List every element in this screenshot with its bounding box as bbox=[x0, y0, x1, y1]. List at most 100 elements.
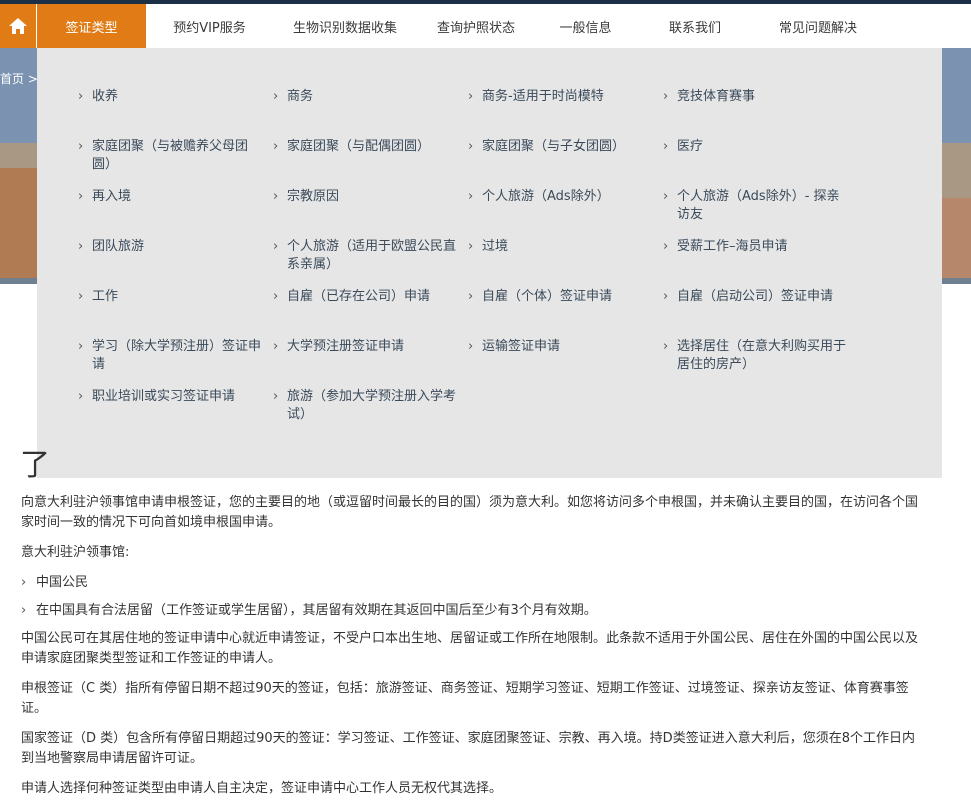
chevron-right-icon: › bbox=[468, 288, 473, 306]
mega-item[interactable]: ›大学预注册签证申请 bbox=[287, 338, 462, 356]
list-item-text: 中国公民 bbox=[36, 575, 88, 590]
mega-item-label: 运输签证申请 bbox=[482, 339, 560, 354]
content-paragraph: 意大利驻沪领事馆: bbox=[21, 543, 921, 563]
chevron-right-icon: › bbox=[468, 338, 473, 356]
nav-contact-us[interactable]: 联系我们 bbox=[636, 4, 754, 48]
chevron-right-icon: › bbox=[663, 188, 668, 206]
chevron-right-icon: › bbox=[78, 188, 83, 206]
nav-vip-service[interactable]: 预约VIP服务 bbox=[146, 4, 273, 48]
main-nav: 签证类型 预约VIP服务 生物识别数据收集 查询护照状态 一般信息 联系我们 常… bbox=[37, 4, 882, 48]
content-paragraph: 国家签证（D 类）包含所有停留日期超过90天的签证：学习签证、工作签证、家庭团聚… bbox=[21, 729, 921, 769]
chevron-right-icon: › bbox=[78, 338, 83, 356]
chevron-right-icon: › bbox=[663, 238, 668, 256]
page-title: 了 bbox=[20, 440, 50, 484]
chevron-right-icon: › bbox=[468, 88, 473, 106]
chevron-right-icon: › bbox=[273, 138, 278, 156]
mega-item-label: 大学预注册签证申请 bbox=[287, 339, 404, 354]
list-item-text: 在中国具有合法居留（工作签证或学生居留），其居留有效期在其返回中国后至少有3个月… bbox=[36, 603, 597, 618]
chevron-right-icon: › bbox=[663, 88, 668, 106]
mega-item[interactable]: ›学习（除大学预注册）签证申请 bbox=[92, 338, 267, 374]
mega-item[interactable]: ›自雇（已存在公司）申请 bbox=[287, 288, 462, 306]
mega-item[interactable]: ›自雇（启动公司）签证申请 bbox=[677, 288, 852, 306]
nav-visa-types[interactable]: 签证类型 bbox=[37, 4, 146, 48]
mega-item[interactable]: ›商务-适用于时尚模特 bbox=[482, 88, 657, 106]
list-item: › 中国公民 bbox=[21, 573, 921, 593]
mega-item-label: 过境 bbox=[482, 239, 508, 254]
mega-item-label: 自雇（已存在公司）申请 bbox=[287, 289, 430, 304]
content-paragraph: 向意大利驻沪领事馆申请申根签证，您的主要目的地（或逗留时间最长的目的国）须为意大… bbox=[21, 493, 921, 533]
mega-item-label: 选择居住（在意大利购买用于居住的房产） bbox=[677, 339, 846, 372]
mega-item[interactable]: ›个人旅游（Ads除外） bbox=[482, 188, 657, 206]
chevron-right-icon: › bbox=[273, 88, 278, 106]
mega-item-label: 受薪工作–海员申请 bbox=[677, 239, 788, 254]
mega-item[interactable]: ›旅游（参加大学预注册入学考试） bbox=[287, 388, 462, 424]
mega-item-label: 个人旅游（Ads除外）- 探亲访友 bbox=[677, 189, 840, 222]
chevron-right-icon: › bbox=[663, 288, 668, 306]
mega-item-label: 家庭团聚（与被赡养父母团圆） bbox=[92, 139, 248, 172]
mega-item[interactable]: ›宗教原因 bbox=[287, 188, 462, 206]
chevron-right-icon: › bbox=[663, 138, 668, 156]
mega-item[interactable]: ›过境 bbox=[482, 238, 657, 256]
mega-item[interactable]: ›个人旅游（适用于欧盟公民直系亲属） bbox=[287, 238, 462, 274]
content-paragraph: 申根签证（C 类）指所有停留日期不超过90天的签证，包括：旅游签证、商务签证、短… bbox=[21, 679, 921, 719]
mega-item-label: 旅游（参加大学预注册入学考试） bbox=[287, 389, 456, 422]
mega-item[interactable]: ›医疗 bbox=[677, 138, 852, 156]
chevron-right-icon: › bbox=[468, 138, 473, 156]
mega-item-label: 自雇（个体）签证申请 bbox=[482, 289, 612, 304]
mega-item-label: 再入境 bbox=[92, 189, 131, 204]
mega-item-label: 学习（除大学预注册）签证申请 bbox=[92, 339, 261, 372]
chevron-right-icon: › bbox=[273, 288, 278, 306]
chevron-right-icon: › bbox=[273, 338, 278, 356]
mega-item[interactable]: ›团队旅游 bbox=[92, 238, 267, 256]
chevron-right-icon: › bbox=[78, 388, 83, 406]
chevron-right-icon: › bbox=[78, 88, 83, 106]
chevron-right-icon: › bbox=[78, 288, 83, 306]
mega-item-label: 家庭团聚（与配偶团圆） bbox=[287, 139, 430, 154]
home-icon bbox=[8, 17, 28, 35]
mega-item-label: 个人旅游（Ads除外） bbox=[482, 189, 610, 204]
mega-item[interactable]: ›运输签证申请 bbox=[482, 338, 657, 356]
mega-item[interactable]: ›商务 bbox=[287, 88, 462, 106]
mega-item[interactable]: ›个人旅游（Ads除外）- 探亲访友 bbox=[677, 188, 852, 224]
mega-item[interactable]: ›受薪工作–海员申请 bbox=[677, 238, 852, 256]
chevron-right-icon: › bbox=[663, 338, 668, 356]
mega-item-label: 个人旅游（适用于欧盟公民直系亲属） bbox=[287, 239, 456, 272]
mega-item[interactable]: ›职业培训或实习签证申请 bbox=[92, 388, 267, 406]
chevron-right-icon: › bbox=[21, 601, 26, 621]
mega-item-label: 收养 bbox=[92, 89, 118, 104]
list-item: › 在中国具有合法居留（工作签证或学生居留），其居留有效期在其返回中国后至少有3个… bbox=[21, 601, 921, 621]
home-button[interactable] bbox=[0, 4, 36, 48]
visa-types-mega-menu: ›收养 ›商务 ›商务-适用于时尚模特 ›竞技体育赛事 ›家庭团聚（与被赡养父母… bbox=[37, 48, 942, 478]
mega-item[interactable]: ›家庭团聚（与配偶团圆） bbox=[287, 138, 462, 156]
content-paragraph: 中国公民可在其居住地的签证申请中心就近申请签证，不受户口本出生地、居留证或工作所… bbox=[21, 629, 921, 669]
mega-item-label: 家庭团聚（与子女团圆） bbox=[482, 139, 625, 154]
nav-general-info[interactable]: 一般信息 bbox=[535, 4, 636, 48]
chevron-right-icon: › bbox=[273, 238, 278, 256]
mega-item-label: 竞技体育赛事 bbox=[677, 89, 755, 104]
mega-item-label: 商务 bbox=[287, 89, 313, 104]
nav-faq[interactable]: 常见问题解决 bbox=[754, 4, 882, 48]
chevron-right-icon: › bbox=[273, 388, 278, 406]
chevron-right-icon: › bbox=[468, 188, 473, 206]
chevron-right-icon: › bbox=[273, 188, 278, 206]
mega-item[interactable]: ›工作 bbox=[92, 288, 267, 306]
mega-item[interactable]: ›选择居住（在意大利购买用于居住的房产） bbox=[677, 338, 852, 374]
chevron-right-icon: › bbox=[21, 573, 26, 593]
mega-item[interactable]: ›家庭团聚（与被赡养父母团圆） bbox=[92, 138, 267, 174]
mega-item-label: 职业培训或实习签证申请 bbox=[92, 389, 235, 404]
mega-item[interactable]: ›收养 bbox=[92, 88, 267, 106]
nav-passport-status[interactable]: 查询护照状态 bbox=[417, 4, 535, 48]
mega-item-label: 医疗 bbox=[677, 139, 703, 154]
mega-item[interactable]: ›再入境 bbox=[92, 188, 267, 206]
main-content: 向意大利驻沪领事馆申请申根签证，您的主要目的地（或逗留时间最长的目的国）须为意大… bbox=[21, 493, 921, 809]
mega-item[interactable]: ›家庭团聚（与子女团圆） bbox=[482, 138, 657, 156]
content-paragraph: 申请人选择何种签证类型由申请人自主决定，签证申请中心工作人员无权代其选择。 bbox=[21, 779, 921, 799]
chevron-right-icon: › bbox=[78, 238, 83, 256]
mega-item[interactable]: ›竞技体育赛事 bbox=[677, 88, 852, 106]
nav-biometrics[interactable]: 生物识别数据收集 bbox=[273, 4, 417, 48]
chevron-right-icon: › bbox=[468, 238, 473, 256]
mega-item[interactable]: ›自雇（个体）签证申请 bbox=[482, 288, 657, 306]
mega-item-label: 商务-适用于时尚模特 bbox=[482, 89, 604, 104]
breadcrumb[interactable]: 首页 > bbox=[0, 70, 38, 87]
mega-item-label: 自雇（启动公司）签证申请 bbox=[677, 289, 833, 304]
